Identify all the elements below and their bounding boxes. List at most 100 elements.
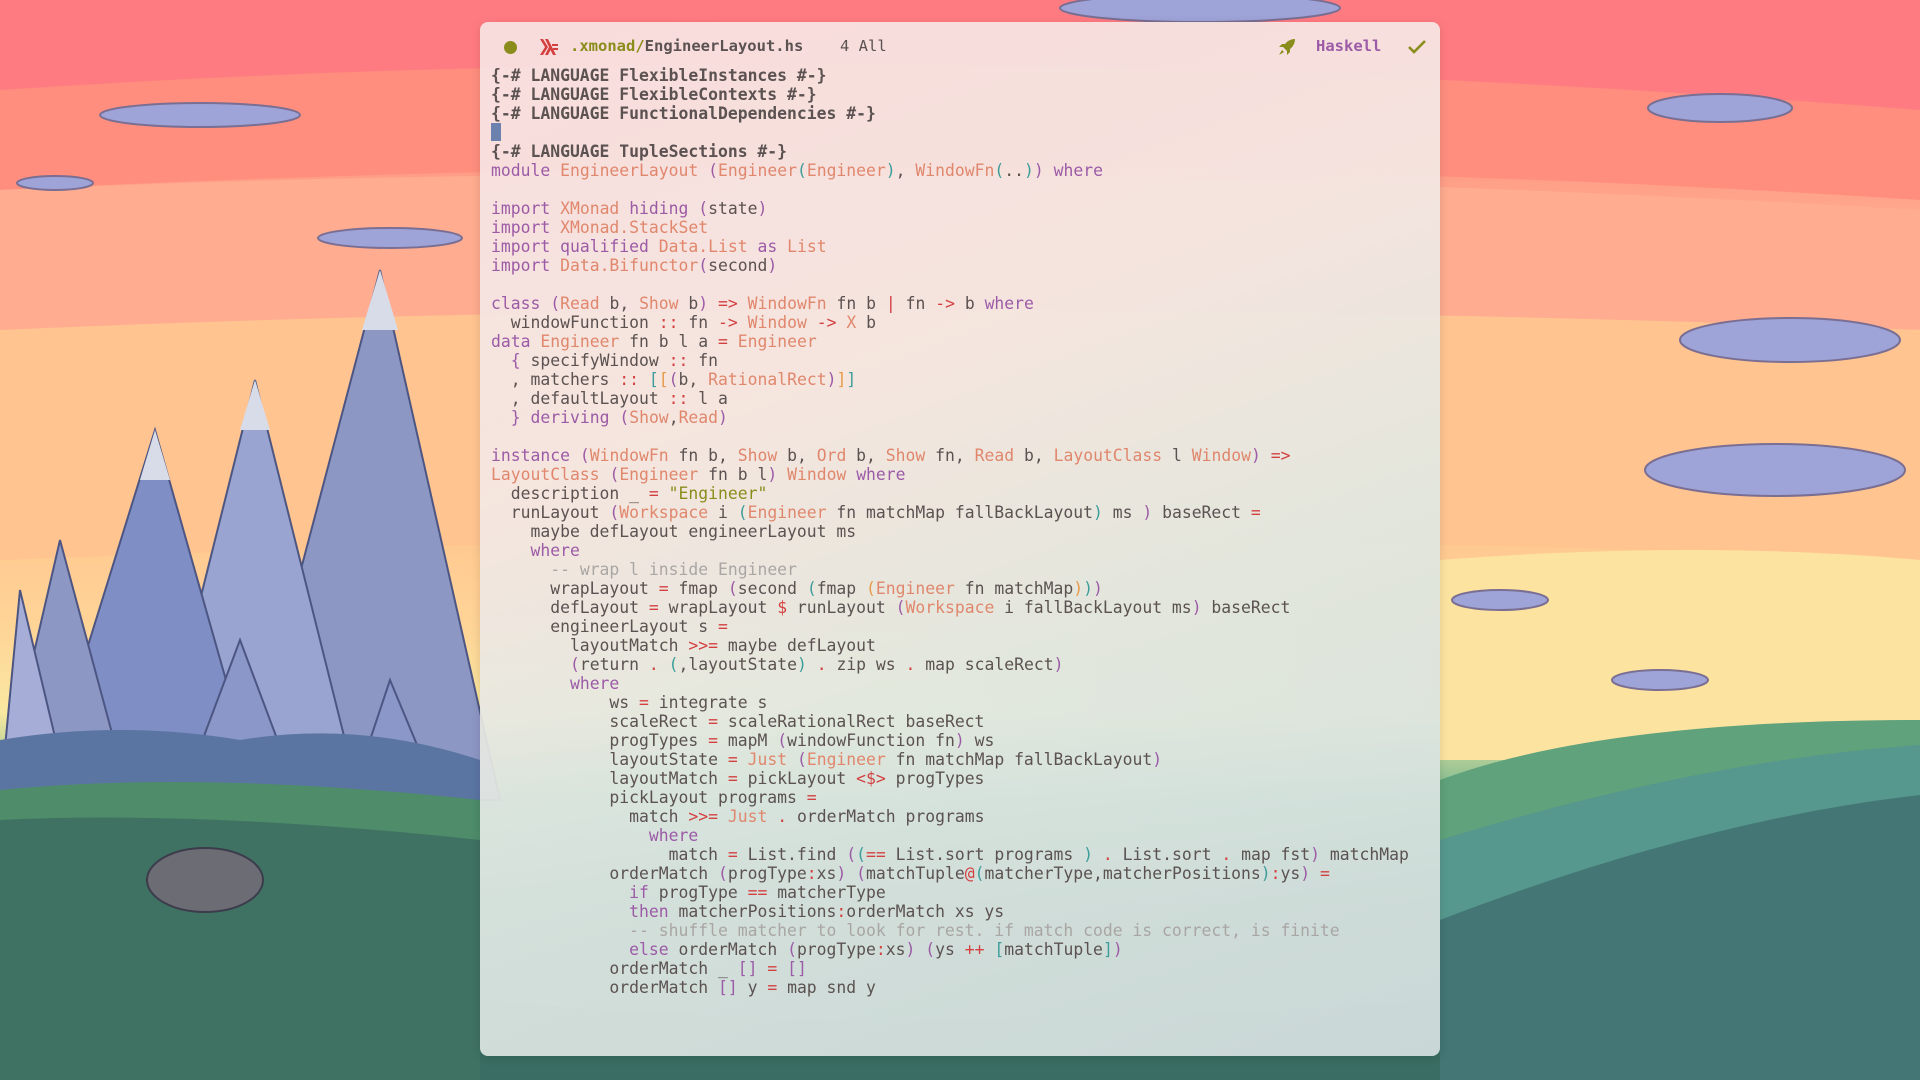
code-line[interactable]: {-# LANGUAGE FlexibleContexts #-} [491,85,1440,104]
code-text: fn [678,313,718,332]
code-line[interactable] [491,123,1440,142]
code-line[interactable]: instance (WindowFn fn b, Show b, Ord b, … [491,446,1440,465]
code-line[interactable]: LayoutClass (Engineer fn b l) Window whe… [491,465,1440,484]
code-line[interactable]: else orderMatch (progType:xs) (ys ++ [ma… [491,940,1440,959]
major-mode-label[interactable]: Haskell [1316,37,1381,55]
code-line[interactable]: module EngineerLayout (Engineer(Engineer… [491,161,1440,180]
code-line[interactable]: {-# LANGUAGE TupleSections #-} [491,142,1440,161]
bracket: ) [1142,503,1153,522]
code-line[interactable]: -- wrap l inside Engineer [491,560,1440,579]
code-line[interactable]: engineerLayout s = [491,617,1440,636]
operator: <$> [856,769,886,788]
type-name: Data.Bifunctor [560,256,699,275]
code-text: layoutMatch [491,769,728,788]
code-line[interactable]: match = List.find ((== List.sort program… [491,845,1440,864]
code-line[interactable]: layoutMatch >>= maybe defLayout [491,636,1440,655]
code-line[interactable]: orderMatch (progType:xs) (matchTuple@(ma… [491,864,1440,883]
emacs-editor-window[interactable]: .xmonad/EngineerLayout.hs 4 All Haskell … [480,22,1440,1056]
code-line[interactable]: pickLayout programs = [491,788,1440,807]
code-line[interactable]: class (Read b, Show b) => WindowFn fn b … [491,294,1440,313]
code-line[interactable] [491,275,1440,294]
code-text: i fallBackLayout ms [994,598,1192,617]
haskell-logo-icon [540,39,558,55]
type-name: Engineer [875,579,955,598]
code-text: ms [1102,503,1143,522]
code-line[interactable]: import Data.Bifunctor(second) [491,256,1440,275]
code-line[interactable]: wrapLayout = fmap (second (fmap (Enginee… [491,579,1440,598]
code-line[interactable]: , matchers :: [[(b, RationalRect)]] [491,370,1440,389]
bracket: ( [668,370,679,389]
code-line[interactable]: match >>= Just . orderMatch programs [491,807,1440,826]
type-name: Show [639,294,679,313]
code-line[interactable]: { specifyWindow :: fn [491,351,1440,370]
code-line[interactable]: import qualified Data.List as List [491,237,1440,256]
code-line[interactable] [491,180,1440,199]
code-line[interactable]: if progType == matcherType [491,883,1440,902]
bracket: [ [658,370,669,389]
operator: = [767,959,778,978]
code-line[interactable]: runLayout (Workspace i (Engineer fn matc… [491,503,1440,522]
code-line[interactable]: import XMonad.StackSet [491,218,1440,237]
code-line[interactable]: where [491,541,1440,560]
code-line[interactable]: windowFunction :: fn -> Window -> X b [491,313,1440,332]
operator: = [648,484,659,503]
bracket: ) [767,465,778,484]
type-name: WindowFn [915,161,995,180]
code-text: engineerLayout s [491,617,718,636]
operator: = [806,788,817,807]
code-line[interactable]: layoutMatch = pickLayout <$> progTypes [491,769,1440,788]
code-line[interactable]: import XMonad hiding (state) [491,199,1440,218]
code-line[interactable]: data Engineer fn b l a = Engineer [491,332,1440,351]
code-line[interactable]: progTypes = mapM (windowFunction fn) ws [491,731,1440,750]
code-buffer[interactable]: {-# LANGUAGE FlexibleInstances #-} {-# LA… [491,66,1440,997]
code-text: fn matchMap [954,579,1074,598]
code-line[interactable]: {-# LANGUAGE FunctionalDependencies #-} [491,104,1440,123]
code-line[interactable]: -- shuffle matcher to look for rest. if … [491,921,1440,940]
operator: = [727,769,738,788]
rocket-icon [1279,39,1295,55]
bracket: [] [717,978,738,997]
code-line[interactable]: maybe defLayout engineerLayout ms [491,522,1440,541]
code-line[interactable]: defLayout = wrapLayout $ runLayout (Work… [491,598,1440,617]
operator: . [905,655,916,674]
code-text: baseRect [1201,598,1291,617]
code-line[interactable]: description _ = "Engineer" [491,484,1440,503]
code-text: fn [688,351,719,370]
code-line[interactable]: where [491,826,1440,845]
code-line[interactable]: orderMatch [] y = map snd y [491,978,1440,997]
code-line[interactable]: } deriving (Show,Read) [491,408,1440,427]
bracket: ( [856,845,867,864]
code-line[interactable]: layoutState = Just (Engineer fn matchMap… [491,750,1440,769]
code-line[interactable] [491,427,1440,446]
code-text: ws [964,731,995,750]
bracket: ) [1092,503,1103,522]
code-text: b, [777,446,817,465]
bracket: ( [569,655,580,674]
code-line[interactable]: orderMatch _ [] = [] [491,959,1440,978]
code-line[interactable]: where [491,674,1440,693]
code-line[interactable]: , defaultLayout :: l a [491,389,1440,408]
code-text: zip ws [826,655,906,674]
type-name: RationalRect [708,370,827,389]
code-line[interactable]: ws = integrate s [491,693,1440,712]
code-line[interactable]: {-# LANGUAGE FlexibleInstances #-} [491,66,1440,85]
code-line[interactable]: then matcherPositions:orderMatch xs ys [491,902,1440,921]
bracket: ( [717,864,728,883]
code-line[interactable]: (return . (,layoutState) . zip ws . map … [491,655,1440,674]
code-line[interactable]: scaleRect = scaleRationalRect baseRect [491,712,1440,731]
